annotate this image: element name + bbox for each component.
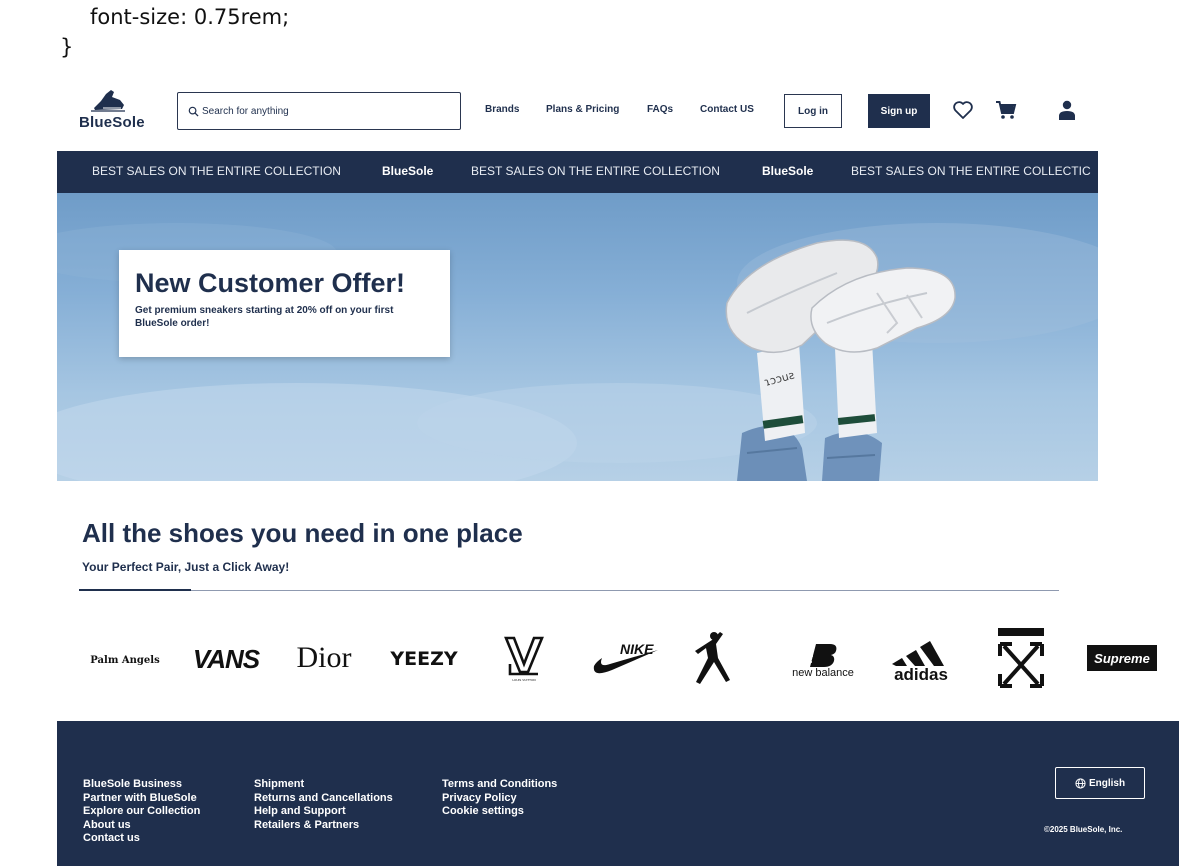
brand-supreme[interactable]: Supreme: [1087, 645, 1157, 671]
nav-brands[interactable]: Brands: [485, 104, 519, 115]
promo-marquee: BEST SALES ON THE ENTIRE COLLECTION Blue…: [57, 151, 1098, 193]
site-header: BlueSole Brands Plans & Pricing FAQs Con…: [57, 82, 1098, 142]
footer-link[interactable]: About us: [83, 819, 200, 833]
footer-link[interactable]: Help and Support: [254, 805, 393, 819]
site-footer: BlueSole Business Partner with BlueSole …: [57, 721, 1179, 866]
marquee-promo-text: BEST SALES ON THE ENTIRE COLLECTION: [471, 164, 720, 178]
brand-new-balance[interactable]: new balance: [784, 640, 862, 678]
new-balance-logo-icon: new balance: [792, 644, 854, 678]
offer-title: New Customer Offer!: [135, 268, 406, 298]
off-white-arrows-icon: [998, 628, 1044, 688]
offer-description: Get premium sneakers starting at 20% off…: [135, 305, 394, 329]
footer-link[interactable]: Cookie settings: [442, 805, 557, 819]
footer-link[interactable]: Partner with BlueSole: [83, 792, 200, 806]
nike-text: NIKE: [620, 641, 654, 657]
marquee-brand: BlueSole: [762, 164, 814, 178]
brand-dior[interactable]: Dior: [288, 638, 360, 678]
nav-faqs[interactable]: FAQs: [647, 104, 673, 115]
footer-link[interactable]: Privacy Policy: [442, 792, 557, 806]
lv-caption: LOUIS VUITTON: [512, 678, 535, 682]
brand-palm-angels[interactable]: Palm Angels: [86, 645, 164, 675]
brand-louis-vuitton[interactable]: LOUIS VUITTON: [500, 634, 548, 682]
language-label: English: [1088, 777, 1126, 789]
adidas-text: adidas: [894, 665, 948, 682]
footer-link[interactable]: Explore our Collection: [83, 805, 200, 819]
shoe-logo-icon: [91, 90, 125, 112]
footer-column-legal: Terms and Conditions Privacy Policy Cook…: [442, 778, 557, 819]
cart-icon[interactable]: [995, 99, 1017, 121]
code-line: font-size: 0.75rem;: [90, 5, 290, 29]
louis-vuitton-logo-icon: LOUIS VUITTON: [504, 636, 544, 682]
globe-icon: [1075, 777, 1086, 789]
brand-nike[interactable]: NIKE: [590, 638, 660, 678]
adidas-logo-icon: adidas: [892, 641, 948, 682]
search-input[interactable]: [202, 105, 442, 117]
bluesole-logo[interactable]: BlueSole: [79, 88, 149, 132]
nike-swoosh-icon: NIKE: [593, 641, 658, 674]
brand-off-white[interactable]: [996, 626, 1046, 690]
code-line: }: [60, 35, 74, 59]
section-title: All the shoes you need in one place: [82, 518, 523, 548]
section-divider-accent: [79, 589, 191, 591]
nav-contact-us[interactable]: Contact US: [700, 104, 754, 115]
nav-plans-pricing[interactable]: Plans & Pricing: [546, 104, 619, 115]
login-button[interactable]: Log in: [784, 94, 842, 128]
user-icon[interactable]: [1056, 99, 1078, 121]
footer-link[interactable]: BlueSole Business: [83, 778, 200, 792]
new-customer-offer-card[interactable]: New Customer Offer! Get premium sneakers…: [119, 250, 450, 357]
footer-link[interactable]: Terms and Conditions: [442, 778, 557, 792]
marquee-brand: BlueSole: [382, 164, 434, 178]
logo-text: BlueSole: [79, 114, 145, 131]
search-box[interactable]: [177, 92, 461, 130]
footer-column-support: Shipment Returns and Cancellations Help …: [254, 778, 393, 832]
jumpman-icon: [695, 632, 730, 684]
heart-icon[interactable]: [952, 99, 974, 121]
footer-link[interactable]: Contact us: [83, 832, 200, 846]
copyright-text: ©2025 BlueSole, Inc.: [1044, 825, 1123, 834]
footer-link[interactable]: Returns and Cancellations: [254, 792, 393, 806]
brand-vans[interactable]: VANS: [186, 640, 266, 678]
section-subtitle: Your Perfect Pair, Just a Click Away!: [82, 560, 290, 574]
section-divider: [79, 590, 1059, 591]
signup-button[interactable]: Sign up: [868, 94, 930, 128]
sneakers-image: ɿɔɔuƨ: [725, 239, 956, 481]
search-icon: [188, 106, 199, 117]
nb-text: new balance: [792, 667, 854, 678]
language-selector[interactable]: English: [1055, 767, 1145, 799]
marquee-promo-text: BEST SALES ON THE ENTIRE COLLECTION: [92, 164, 341, 178]
code-snippet: font-size: 0.75rem; }: [60, 2, 289, 62]
brand-yeezy[interactable]: YEEZY: [386, 642, 462, 676]
brand-jordan[interactable]: [690, 630, 734, 686]
footer-link[interactable]: Shipment: [254, 778, 393, 792]
footer-column-company: BlueSole Business Partner with BlueSole …: [83, 778, 200, 846]
footer-link[interactable]: Retailers & Partners: [254, 819, 393, 833]
hero-banner: ɿɔɔuƨ New Customer Offer! Get premium sn…: [57, 193, 1098, 481]
brand-adidas[interactable]: adidas: [884, 632, 958, 682]
marquee-promo-text: BEST SALES ON THE ENTIRE COLLECTIC: [851, 164, 1091, 178]
